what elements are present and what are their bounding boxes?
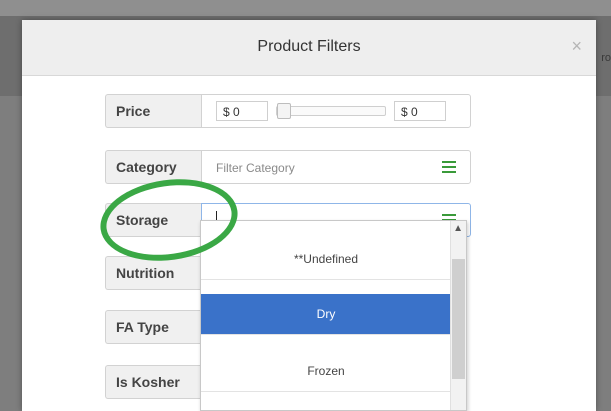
modal-title: Product Filters (257, 38, 361, 55)
storage-label: Storage (105, 203, 201, 237)
price-label: Price (105, 94, 201, 128)
modal-header: Product Filters × (22, 20, 596, 76)
scrollbar-thumb[interactable] (452, 259, 465, 379)
background-top (0, 0, 611, 16)
price-min-input[interactable]: $ 0 (216, 101, 268, 121)
dropdown-option-frozen[interactable]: Frozen (201, 351, 451, 392)
dropdown-scrollbar[interactable]: ▲ (450, 221, 466, 410)
category-select[interactable]: Filter Category (201, 150, 471, 184)
category-placeholder: Filter Category (216, 161, 295, 175)
price-slider[interactable] (276, 103, 386, 119)
storage-dropdown-list: **Undefined Dry Frozen ▲ (200, 220, 467, 411)
nutrition-label: Nutrition (105, 256, 201, 290)
price-slider-handle[interactable] (277, 103, 291, 119)
dropdown-option-undefined[interactable]: **Undefined (201, 239, 451, 280)
close-icon[interactable]: × (571, 36, 582, 57)
fa-type-label: FA Type (105, 310, 201, 344)
is-kosher-label: Is Kosher (105, 365, 201, 399)
price-control: $ 0 $ 0 (201, 94, 471, 128)
price-max-input[interactable]: $ 0 (394, 101, 446, 121)
category-label: Category (105, 150, 201, 184)
list-icon[interactable] (442, 161, 456, 174)
scroll-up-arrow-icon[interactable]: ▲ (453, 223, 463, 234)
dropdown-option-dry[interactable]: Dry (201, 294, 451, 335)
background-ghost-text: ro (601, 52, 611, 64)
